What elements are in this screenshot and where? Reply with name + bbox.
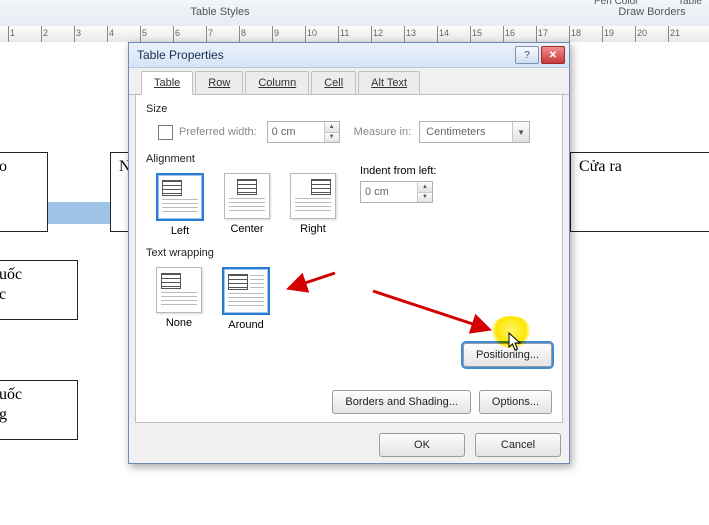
table-cell: o <box>0 152 48 232</box>
borders-shading-button[interactable]: Borders and Shading... <box>332 390 471 414</box>
preferred-width-input[interactable] <box>268 122 324 142</box>
help-button[interactable]: ? <box>515 46 539 64</box>
align-right-option[interactable] <box>290 173 336 219</box>
alignment-label: Alignment <box>146 153 552 165</box>
align-left-option[interactable] <box>156 173 204 221</box>
indent-field[interactable]: ▲▼ <box>360 181 433 203</box>
table-properties-dialog: Table Properties ? ✕ Table Row Column Ce… <box>128 42 570 464</box>
size-label: Size <box>146 103 552 115</box>
text-wrapping-label: Text wrapping <box>146 247 552 259</box>
align-center-option[interactable] <box>224 173 270 219</box>
tab-column[interactable]: Column <box>245 71 309 94</box>
wrap-none-label: None <box>166 317 192 329</box>
ribbon-group-draw-borders: Draw Borders <box>612 6 692 18</box>
dialog-title: Table Properties <box>137 48 513 62</box>
horizontal-ruler: 123456789101112131415161718192021 <box>0 26 709 43</box>
wrap-none-option[interactable] <box>156 267 202 313</box>
measure-in-value: Centimeters <box>420 126 512 138</box>
chevron-down-icon[interactable]: ▼ <box>512 122 529 142</box>
table-cell: uốc c <box>0 260 78 320</box>
close-button[interactable]: ✕ <box>541 46 565 64</box>
measure-in-label: Measure in: <box>354 126 411 138</box>
measure-in-combo[interactable]: Centimeters ▼ <box>419 121 530 143</box>
preferred-width-checkbox[interactable] <box>158 125 173 140</box>
ribbon-group-table-styles: Table Styles <box>175 6 265 18</box>
tab-body: Size Preferred width: ▲▼ Measure in: Cen… <box>135 95 563 423</box>
ribbon-pen-color: Pen Color <box>594 0 638 7</box>
tab-cell[interactable]: Cell <box>311 71 356 94</box>
wrap-around-label: Around <box>228 319 263 331</box>
ok-button[interactable]: OK <box>379 433 465 457</box>
tab-strip: Table Row Column Cell Alt Text <box>129 68 569 95</box>
tab-alt-text[interactable]: Alt Text <box>358 71 420 94</box>
ribbon-table-label: Table <box>678 0 702 7</box>
align-right-label: Right <box>300 223 326 235</box>
tab-row[interactable]: Row <box>195 71 243 94</box>
table-cell: uốc g <box>0 380 78 440</box>
options-button[interactable]: Options... <box>479 390 552 414</box>
positioning-button[interactable]: Positioning... <box>463 343 552 367</box>
preferred-width-field[interactable]: ▲▼ <box>267 121 340 143</box>
cancel-button[interactable]: Cancel <box>475 433 561 457</box>
table-cell: Cửa ra <box>570 152 709 232</box>
ribbon: Table Styles Draw Borders Pen Color Tabl… <box>0 0 709 27</box>
align-left-label: Left <box>171 225 189 237</box>
wrap-around-option[interactable] <box>222 267 270 315</box>
indent-label: Indent from left: <box>360 165 436 177</box>
indent-input[interactable] <box>361 182 417 202</box>
align-center-label: Center <box>230 223 263 235</box>
spinner[interactable]: ▲▼ <box>324 122 339 142</box>
dialog-titlebar[interactable]: Table Properties ? ✕ <box>129 43 569 68</box>
preferred-width-label: Preferred width: <box>179 126 257 138</box>
tab-table[interactable]: Table <box>141 71 193 95</box>
spinner[interactable]: ▲▼ <box>417 182 432 202</box>
